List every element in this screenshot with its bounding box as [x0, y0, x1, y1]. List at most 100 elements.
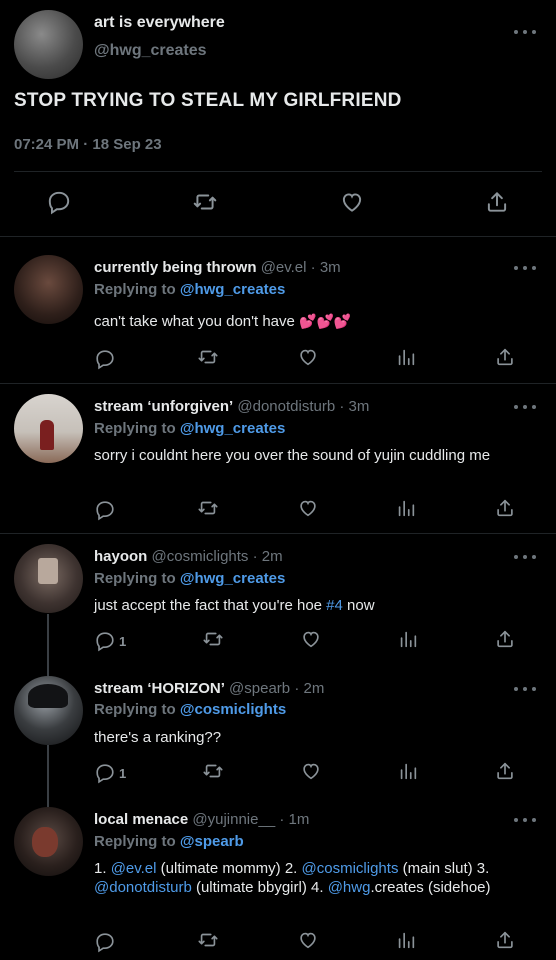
- mention-link[interactable]: @hwg_creates: [180, 281, 286, 298]
- mention-link[interactable]: @hwg_creates: [180, 570, 286, 587]
- display-name[interactable]: currently being thrown: [94, 259, 257, 276]
- mention-link[interactable]: @cosmiclights: [180, 701, 286, 718]
- replying-label: Replying to: [94, 833, 176, 850]
- views-icon[interactable]: [395, 929, 417, 956]
- display-name[interactable]: stream ‘HORIZON’: [94, 680, 225, 697]
- tweet-text: sorry i couldnt here you over the sound …: [94, 447, 491, 464]
- ranking-text: (main slut) 3.: [398, 860, 490, 877]
- reply-action[interactable]: [94, 499, 119, 521]
- like-icon[interactable]: [297, 346, 319, 373]
- share-icon[interactable]: [494, 760, 516, 787]
- handle[interactable]: @spearb: [229, 680, 290, 697]
- thread-line: [47, 745, 49, 807]
- replying-label: Replying to: [94, 420, 176, 437]
- views-icon[interactable]: [395, 497, 417, 524]
- reply-icon[interactable]: [46, 189, 72, 220]
- more-icon[interactable]: [514, 264, 536, 272]
- replying-to: Replying to @cosmiclights: [94, 701, 286, 718]
- mention-link[interactable]: @hwg: [328, 879, 371, 896]
- mention-link[interactable]: @cosmiclights: [302, 860, 399, 877]
- tweet-header: hayoon @cosmiclights · 2m: [94, 548, 283, 565]
- mention-link[interactable]: @ev.el: [111, 860, 157, 877]
- reply-actions: [94, 498, 516, 522]
- ranking-text: (ultimate bbygirl) 4.: [191, 879, 328, 896]
- avatar-face: [32, 827, 58, 857]
- reply-icon[interactable]: [94, 630, 116, 652]
- reply-action[interactable]: [94, 931, 119, 953]
- avatar-figure: [40, 420, 54, 450]
- timestamp[interactable]: 1m: [289, 811, 310, 828]
- display-name[interactable]: hayoon: [94, 548, 147, 565]
- reply-count: 1: [119, 765, 127, 781]
- hashtag-link[interactable]: #4: [326, 597, 343, 614]
- timestamp[interactable]: 2m: [303, 680, 324, 697]
- replying-label: Replying to: [94, 281, 176, 298]
- handle[interactable]: @ev.el: [261, 259, 307, 276]
- display-name[interactable]: stream ‘unforgiven’: [94, 398, 233, 415]
- reply-icon[interactable]: [94, 762, 116, 784]
- avatar[interactable]: [14, 255, 83, 324]
- share-icon[interactable]: [484, 189, 510, 220]
- share-icon[interactable]: [494, 929, 516, 956]
- retweet-icon[interactable]: [201, 628, 225, 655]
- like-icon[interactable]: [297, 497, 319, 524]
- avatar[interactable]: [14, 10, 83, 79]
- display-name[interactable]: art is everywhere: [94, 14, 225, 32]
- handle[interactable]: @yujinnie__: [192, 811, 275, 828]
- dot-separator: ·: [294, 680, 300, 697]
- share-icon[interactable]: [494, 346, 516, 373]
- retweet-icon[interactable]: [201, 760, 225, 787]
- timestamp[interactable]: 07:24 PM · 18 Sep 23: [14, 136, 162, 153]
- more-icon[interactable]: [514, 403, 536, 411]
- reply-action[interactable]: 1: [94, 762, 126, 784]
- replying-to: Replying to @spearb: [94, 833, 244, 850]
- retweet-icon[interactable]: [191, 189, 219, 220]
- avatar[interactable]: [14, 394, 83, 463]
- tweet-text-end: now: [342, 597, 375, 614]
- timestamp[interactable]: 3m: [320, 259, 341, 276]
- reply-icon[interactable]: [94, 931, 116, 953]
- avatar[interactable]: [14, 676, 83, 745]
- reply-icon[interactable]: [94, 499, 116, 521]
- reply-icon[interactable]: [94, 348, 116, 370]
- avatar[interactable]: [14, 807, 83, 876]
- retweet-icon[interactable]: [196, 346, 220, 373]
- display-name[interactable]: local menace: [94, 811, 188, 828]
- timestamp[interactable]: 2m: [262, 548, 283, 565]
- mention-link[interactable]: @hwg_creates: [180, 420, 286, 437]
- tweet-text: 1. @ev.el (ultimate mommy) 2. @cosmiclig…: [94, 859, 532, 897]
- retweet-icon[interactable]: [196, 497, 220, 524]
- reply-action[interactable]: 1: [94, 630, 126, 652]
- views-icon[interactable]: [397, 628, 419, 655]
- like-icon[interactable]: [300, 628, 322, 655]
- retweet-icon[interactable]: [196, 929, 220, 956]
- reply-action[interactable]: [94, 348, 119, 370]
- share-icon[interactable]: [494, 628, 516, 655]
- dot-separator: ·: [310, 259, 316, 276]
- reply-actions: 1: [94, 761, 516, 785]
- handle[interactable]: @cosmiclights: [152, 548, 249, 565]
- avatar-face: [38, 558, 58, 584]
- timestamp[interactable]: 3m: [349, 398, 370, 415]
- tweet-text: there's a ranking??: [94, 729, 222, 746]
- avatar[interactable]: [14, 544, 83, 613]
- handle[interactable]: @hwg_creates: [94, 42, 207, 60]
- tweet-text-content: can't take what you don't have: [94, 313, 295, 330]
- more-icon[interactable]: [514, 553, 536, 561]
- like-icon[interactable]: [297, 929, 319, 956]
- mention-link[interactable]: @donotdisturb: [94, 879, 192, 896]
- like-icon[interactable]: [300, 760, 322, 787]
- views-icon[interactable]: [397, 760, 419, 787]
- more-icon[interactable]: [514, 28, 536, 36]
- more-icon[interactable]: [514, 685, 536, 693]
- handle[interactable]: @donotdisturb: [237, 398, 335, 415]
- like-icon[interactable]: [339, 189, 365, 220]
- ranking-text: .creates (sidehoe): [370, 879, 491, 896]
- reply-count: 1: [119, 633, 127, 649]
- tweet-header: currently being thrown @ev.el · 3m: [94, 259, 341, 276]
- share-icon[interactable]: [494, 497, 516, 524]
- mention-link[interactable]: @spearb: [180, 833, 244, 850]
- more-icon[interactable]: [514, 816, 536, 824]
- avatar-hair: [28, 684, 68, 708]
- views-icon[interactable]: [395, 346, 417, 373]
